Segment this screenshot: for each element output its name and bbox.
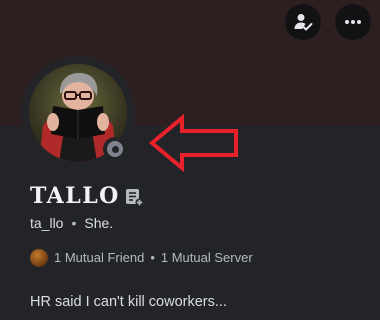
display-name: TALLO [30, 183, 120, 209]
friend-status-button[interactable] [285, 4, 321, 40]
more-options-button[interactable] [335, 4, 371, 40]
more-dots-icon [345, 20, 361, 24]
mutuals-row: 1 Mutual Friend • 1 Mutual Server [30, 249, 253, 267]
offline-status-icon [107, 141, 123, 157]
mutual-friend-avatar [30, 249, 48, 267]
pronouns: She. [84, 215, 114, 231]
annotation-arrow-icon [148, 114, 238, 172]
note-add-icon[interactable] [124, 187, 144, 207]
mutual-servers-link[interactable]: 1 Mutual Server [161, 249, 253, 267]
status-indicator [103, 137, 127, 161]
username: ta_llo [30, 215, 64, 231]
separator-dot: • [150, 250, 155, 265]
separator-dot: • [71, 215, 77, 231]
bio: HR said I can't kill coworkers... [30, 294, 227, 310]
user-check-icon [294, 14, 313, 31]
mutual-friends-link[interactable]: 1 Mutual Friend [54, 249, 144, 267]
handle-row: ta_llo • She. [30, 214, 113, 232]
